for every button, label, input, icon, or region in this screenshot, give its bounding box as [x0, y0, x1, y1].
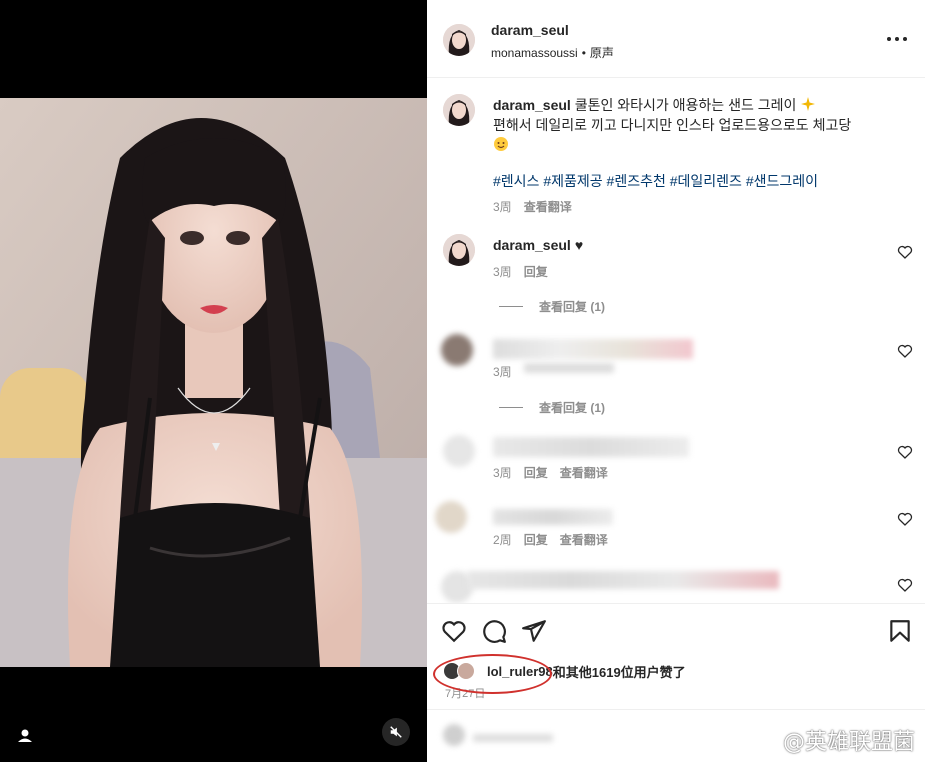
share-icon[interactable] [521, 618, 547, 644]
hashtag-link[interactable]: #제품제공 [543, 173, 602, 189]
reply-button[interactable]: 回复 [524, 464, 548, 481]
reply-button[interactable]: 回复 [524, 531, 548, 548]
caption-avatar[interactable] [443, 94, 475, 126]
post-caption: daram_seul 쿨톤인 와타시가 애용하는 샌드 그레이 편해서 데일리로… [493, 95, 893, 217]
weibo-logo-icon [749, 731, 776, 750]
comment-username[interactable]: daram_seul [493, 237, 571, 253]
user-tag-icon[interactable] [14, 725, 36, 747]
view-replies-label: 查看回复 (1) [539, 401, 606, 415]
comment-time: 3周 [493, 265, 512, 279]
portrait-image [0, 98, 427, 667]
comment-like-heart-icon[interactable] [897, 444, 913, 460]
post-panel: daram_seul monamassoussi • 原声 daram_seul 쿨… [427, 0, 925, 762]
likes-summary: lol_ruler98 和其他1619位用户赞了 [443, 660, 686, 682]
mute-icon [390, 726, 402, 738]
caption-time: 3周 [493, 200, 512, 214]
replies-line [499, 407, 523, 408]
blurred-input-placeholder [473, 734, 553, 742]
comment-time: 3周 [493, 466, 512, 480]
comment-meta: 3周 回复 [493, 263, 548, 280]
translate-button[interactable]: 查看翻译 [524, 197, 572, 217]
author-username[interactable]: daram_seul [491, 22, 569, 38]
more-icon-dot [903, 37, 907, 41]
comment-time: 2周 [493, 533, 512, 547]
watermark: @英雄联盟菌 [749, 724, 915, 756]
blurred-comment-text [467, 571, 779, 589]
comment-like-heart-icon[interactable] [897, 343, 913, 359]
comment-like-heart-icon[interactable] [897, 577, 913, 593]
more-icon [887, 37, 891, 41]
view-replies-button[interactable]: 查看回复 (1) [499, 399, 605, 416]
comment-meta: 2周 回复 查看翻译 [493, 531, 608, 548]
more-options-button[interactable] [887, 32, 907, 46]
post-photo[interactable] [0, 98, 427, 667]
blurred-avatar[interactable] [443, 435, 475, 467]
replies-line [499, 306, 523, 307]
comments-section: daram_seul 쿨톤인 와타시가 애용하는 샌드 그레이 편해서 데일리로… [427, 79, 925, 603]
blurred-comment-text [493, 437, 689, 457]
caption-username[interactable]: daram_seul [493, 97, 571, 113]
sparkle-emoji-icon [801, 97, 816, 111]
comment-like-heart-icon[interactable] [897, 244, 913, 260]
blurred-comment-text [493, 339, 693, 359]
emoji-button-blurred[interactable] [443, 724, 465, 746]
comment-item: daram_seul ♥ [493, 237, 583, 253]
more-icon-dot [895, 37, 899, 41]
translate-button[interactable]: 查看翻译 [560, 531, 608, 548]
comment-time: 3周 [493, 365, 512, 379]
watermark-text: @英雄联盟菌 [782, 730, 915, 755]
audio-info[interactable]: monamassoussi • 原声 [491, 44, 614, 61]
post-header: daram_seul monamassoussi • 原声 [427, 0, 925, 78]
comment-like-heart-icon[interactable] [897, 511, 913, 527]
caption-text-line2: 편해서 데일리로 끼고 다니지만 인스타 업로드용으로도 체고당 [493, 117, 852, 133]
comment-meta: 3周 回复 查看翻译 [493, 464, 608, 481]
separator-dot: • [581, 46, 586, 60]
blurred-avatar[interactable] [441, 334, 473, 366]
heart-icon[interactable] [441, 618, 467, 644]
author-avatar[interactable] [443, 24, 475, 56]
reply-button[interactable]: 回复 [524, 263, 548, 280]
view-replies-button[interactable]: 查看回复 (1) [499, 298, 605, 315]
comment-icon[interactable] [481, 618, 507, 644]
mute-button[interactable] [382, 718, 410, 746]
action-bar: lol_ruler98 和其他1619位用户赞了 7月27日 [427, 603, 925, 709]
caption-text-line1: 쿨톤인 와타시가 애용하는 샌드 그레이 [574, 97, 801, 113]
caption-meta: 3周 查看翻译 [493, 197, 893, 217]
liker-avatars[interactable] [443, 660, 481, 682]
media-panel [0, 0, 427, 762]
blurred-avatar[interactable] [435, 501, 467, 533]
bookmark-icon[interactable] [887, 618, 913, 644]
blurred-comment-text [493, 509, 613, 525]
audio-source[interactable]: monamassoussi [491, 46, 578, 60]
liker-username[interactable]: lol_ruler98 [487, 664, 553, 679]
comment-meta: 3周 [493, 363, 614, 380]
audio-type[interactable]: 原声 [590, 46, 614, 60]
smiling-face-emoji-icon [494, 137, 508, 151]
view-replies-label: 查看回复 (1) [539, 300, 606, 314]
hashtags: #렌시스 #제품제공 #렌즈추천 #데일리렌즈 #샌드그레이 [493, 171, 893, 191]
comment-avatar[interactable] [443, 234, 475, 266]
hashtag-link[interactable]: #데일리렌즈 [670, 173, 742, 189]
liker-avatar [457, 662, 475, 680]
hashtag-link[interactable]: #렌즈추천 [607, 173, 666, 189]
hashtag-link[interactable]: #렌시스 [493, 173, 539, 189]
black-heart-emoji-icon: ♥ [574, 237, 584, 253]
translate-button[interactable]: 查看翻译 [560, 464, 608, 481]
blurred-meta [523, 363, 614, 373]
post-date[interactable]: 7月27日 [445, 685, 485, 701]
likes-count-text[interactable]: 和其他1619位用户赞了 [553, 662, 686, 681]
hashtag-link[interactable]: #샌드그레이 [746, 173, 818, 189]
